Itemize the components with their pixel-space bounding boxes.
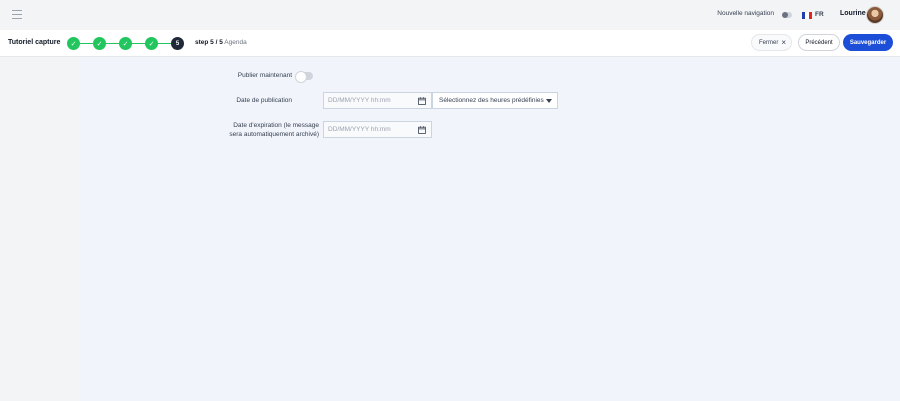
step-connector: [80, 43, 93, 44]
new-navigation-toggle[interactable]: [782, 12, 792, 18]
step-3-done[interactable]: ✓: [119, 37, 132, 50]
step-connector: [158, 43, 171, 44]
expiration-date-placeholder: DD/MM/YYYY hh:mm: [328, 126, 391, 133]
step-name: Agenda: [224, 39, 247, 46]
step-info: step 5 / 5 Agenda: [195, 39, 247, 46]
publication-date-input[interactable]: DD/MM/YYYY hh:mm: [323, 92, 432, 109]
step-counter: step 5 / 5: [195, 39, 223, 46]
publication-date-label: Date de publication: [236, 97, 292, 104]
close-icon: ×: [781, 38, 786, 47]
step-connector: [132, 43, 145, 44]
step-connector: [106, 43, 119, 44]
expiration-date-label: Date d'expiration (le message sera autom…: [200, 121, 319, 139]
publish-now-toggle[interactable]: [295, 71, 313, 83]
step-4-done[interactable]: ✓: [145, 37, 158, 50]
french-flag-icon[interactable]: [802, 12, 812, 19]
left-sidebar: [0, 57, 80, 401]
close-button-label: Fermer: [759, 39, 779, 46]
publish-now-label: Publier maintenant: [237, 72, 292, 79]
expiration-label-line2: sera automatiquement archivé): [229, 131, 319, 138]
tutorial-title: Tutoriel capture: [8, 39, 61, 46]
new-navigation-label: Nouvelle navigation: [717, 10, 774, 17]
step-bar: Tutoriel capture ✓ ✓ ✓ ✓ 5 step 5 / 5 Ag…: [0, 30, 900, 57]
step-2-done[interactable]: ✓: [93, 37, 106, 50]
expiration-label-line1: Date d'expiration (le message: [233, 122, 319, 129]
close-button[interactable]: Fermer ×: [751, 34, 792, 51]
expiration-date-input[interactable]: DD/MM/YYYY hh:mm: [323, 121, 432, 138]
language-selector[interactable]: FR: [815, 11, 824, 18]
preset-hours-select[interactable]: Sélectionnez des heures prédéfinies: [432, 92, 558, 109]
step-5-current[interactable]: 5: [171, 37, 184, 50]
avatar[interactable]: [866, 6, 884, 24]
preset-hours-label: Sélectionnez des heures prédéfinies: [439, 97, 544, 104]
previous-button[interactable]: Précédent: [798, 34, 840, 51]
top-bar: Nouvelle navigation FR Lourine: [0, 0, 900, 30]
calendar-icon[interactable]: [418, 126, 426, 134]
save-button[interactable]: Sauvegarder: [843, 34, 893, 51]
user-name[interactable]: Lourine: [840, 10, 866, 17]
caret-down-icon: [546, 99, 552, 103]
publication-date-placeholder: DD/MM/YYYY hh:mm: [328, 97, 391, 104]
hamburger-menu-icon[interactable]: [12, 10, 22, 19]
step-1-done[interactable]: ✓: [67, 37, 80, 50]
calendar-icon[interactable]: [418, 97, 426, 105]
